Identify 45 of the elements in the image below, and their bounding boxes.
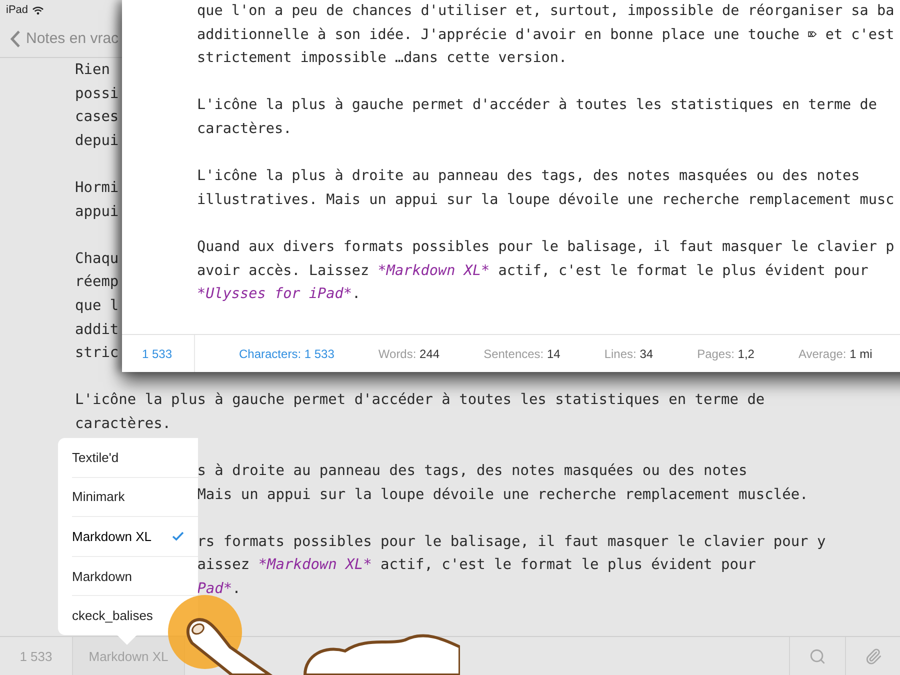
statistic[interactable]: Average: 1 mi xyxy=(798,346,872,360)
menu-item[interactable]: Markdown xyxy=(72,556,164,596)
statistic[interactable]: Words: 244 xyxy=(378,346,440,360)
paperclip-icon xyxy=(864,648,882,664)
text-line: additionnelle à son idée. J'apprécie d'avoir en bonne place une touche ⌦ et c'est xyxy=(197,26,894,45)
text-line: Pad*. xyxy=(197,580,241,600)
menu-item[interactable]: Markdown XL xyxy=(72,517,184,556)
wifi-icon xyxy=(32,6,44,14)
menu-item[interactable]: Minimark xyxy=(72,478,164,516)
text-line: aissez *Markdown XL* actif, c'est le format le plus évident pour xyxy=(197,556,756,576)
device-name: iPad xyxy=(6,4,28,16)
character-total: 1 533 xyxy=(122,335,195,372)
text-line: L'icône la plus à gauche permet d'accéder à toutes les statistiques en terme de xyxy=(197,96,877,116)
text-line: avoir accès. Laissez *Markdown XL* actif, c'est le format le plus évident pour xyxy=(197,262,868,281)
chevron-left-icon xyxy=(10,30,21,48)
text-line: depui xyxy=(75,132,119,151)
text-line: Quand aux divers formats possibles pour le balisage, il faut masquer le clavier p xyxy=(197,238,894,257)
text-line: Chaqu xyxy=(75,250,119,269)
statistic[interactable]: Sentences: 14 xyxy=(484,346,560,360)
checkmark-icon xyxy=(172,531,184,542)
statistic[interactable]: Lines: 34 xyxy=(604,346,654,360)
text-line: appui xyxy=(75,202,119,222)
text-line: stric xyxy=(75,344,119,364)
text-line: L'icône la plus à gauche permet d'accéder à toutes les statistiques en terme de xyxy=(75,391,765,410)
menu-item[interactable]: Textile'd xyxy=(72,438,164,477)
text-line: strictement impossible …dans cette version. xyxy=(197,49,568,68)
text-line: *Ulysses for iPad*. xyxy=(197,285,361,304)
text-line: caractères. xyxy=(75,414,172,434)
text-line: s à droite au panneau des tags, des notes masquées ou des notes xyxy=(197,462,748,482)
text-line: L'icône la plus à droite au panneau des tags, des notes masquées ou des notes xyxy=(197,167,860,186)
text-line: possi xyxy=(75,84,119,104)
text-line: que l xyxy=(75,296,119,316)
text-line: Mais un appui sur la loupe dévoile une recherche remplacement musclée. xyxy=(197,486,808,505)
statistic[interactable]: Pages: 1,2 xyxy=(697,346,754,360)
text-line: que l'on a peu de chances d'utiliser et, surtout, impossible de réorganiser sa ba xyxy=(197,2,894,21)
text-line: addit xyxy=(75,320,119,340)
search-icon xyxy=(809,648,826,664)
text-line: illustratives. Mais un appui sur la loupe dévoile une recherche remplacement musc xyxy=(197,190,894,210)
text-line: réemp xyxy=(75,273,119,292)
menu-item[interactable]: ckeck_balises xyxy=(72,596,164,635)
text-line: Hormi xyxy=(75,178,119,198)
text-line: Rien xyxy=(75,61,110,80)
text-line: caractères. xyxy=(197,120,292,139)
text-line: rs formats possibles pour le balisage, il faut masquer le clavier pour y xyxy=(197,532,826,552)
text-line: cases xyxy=(75,108,119,128)
